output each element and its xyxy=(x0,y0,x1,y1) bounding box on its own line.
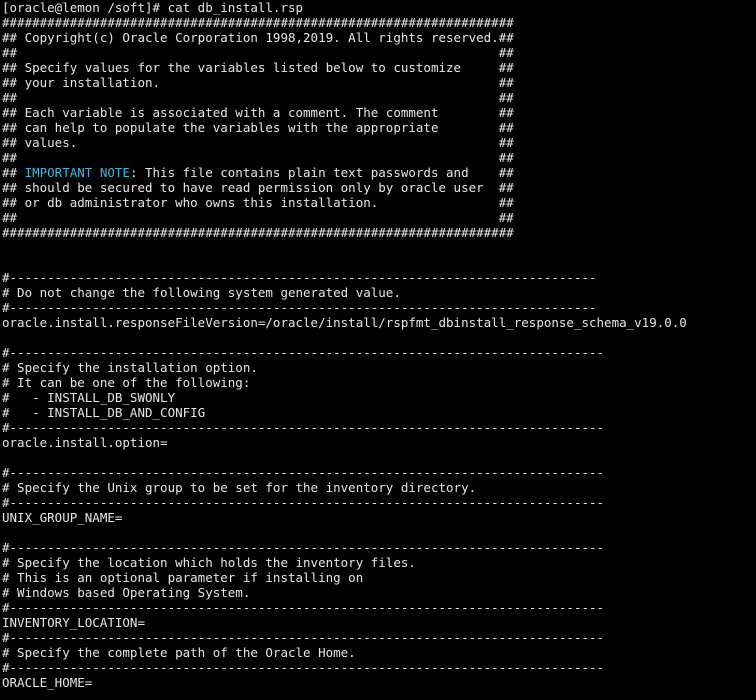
terminal-line: ## ## xyxy=(2,90,514,105)
terminal-line: ########################################… xyxy=(2,15,514,30)
terminal-line: ########################################… xyxy=(2,225,514,240)
terminal-line: ## values. ## xyxy=(2,135,514,150)
terminal-line: # - INSTALL_DB_SWONLY xyxy=(2,390,176,405)
terminal-line: #---------------------------------------… xyxy=(2,420,605,435)
terminal-line: # Specify the location which holds the i… xyxy=(2,555,416,570)
terminal-output: [oracle@lemon /soft]# cat db_install.rsp… xyxy=(2,0,756,690)
terminal-line: #---------------------------------------… xyxy=(2,495,605,510)
terminal-line: #---------------------------------------… xyxy=(2,300,597,315)
terminal-line: #---------------------------------------… xyxy=(2,630,605,645)
terminal-line: ## Copyright(c) Oracle Corporation 1998,… xyxy=(2,30,514,45)
terminal-line: ## should be secured to have read permis… xyxy=(2,180,514,195)
command-prompt-line: [oracle@lemon /soft]# cat db_install.rsp xyxy=(2,0,304,15)
terminal-line: UNIX_GROUP_NAME= xyxy=(2,510,123,525)
terminal-line: ## ## xyxy=(2,45,514,60)
terminal-line: #---------------------------------------… xyxy=(2,465,605,480)
terminal-line: # Windows based Operating System. xyxy=(2,585,251,600)
terminal-line: ## your installation. ## xyxy=(2,75,514,90)
terminal-line: # It can be one of the following: xyxy=(2,375,251,390)
line-text: : This file contains plain text password… xyxy=(129,165,514,180)
line-prefix: ## xyxy=(2,165,25,180)
terminal-line: #---------------------------------------… xyxy=(2,270,597,285)
terminal-line: ORACLE_HOME= xyxy=(2,675,93,690)
terminal-line: # This is an optional parameter if insta… xyxy=(2,570,364,585)
terminal-line: ## ## xyxy=(2,150,514,165)
terminal-line: # Do not change the following system gen… xyxy=(2,285,401,300)
terminal-line: ## Specify values for the variables list… xyxy=(2,60,514,75)
terminal-line: ## or db administrator who owns this ins… xyxy=(2,195,514,210)
terminal-line: ## Each variable is associated with a co… xyxy=(2,105,514,120)
terminal-line: #---------------------------------------… xyxy=(2,345,605,360)
terminal-line: # Specify the complete path of the Oracl… xyxy=(2,645,356,660)
terminal-window[interactable]: [oracle@lemon /soft]# cat db_install.rsp… xyxy=(0,0,756,700)
terminal-line: #---------------------------------------… xyxy=(2,660,605,675)
important-note-keyword: IMPORTANT NOTE xyxy=(24,165,130,180)
terminal-line: ## IMPORTANT NOTE: This file contains pl… xyxy=(2,165,756,180)
terminal-line: ## ## xyxy=(2,210,514,225)
terminal-line: oracle.install.responseFileVersion=/orac… xyxy=(2,315,687,330)
terminal-line: ## can help to populate the variables wi… xyxy=(2,120,514,135)
terminal-line: oracle.install.option= xyxy=(2,435,168,450)
terminal-line: #---------------------------------------… xyxy=(2,540,605,555)
terminal-line: # Specify the Unix group to be set for t… xyxy=(2,480,477,495)
terminal-line: # Specify the installation option. xyxy=(2,360,258,375)
terminal-line: # - INSTALL_DB_AND_CONFIG xyxy=(2,405,206,420)
terminal-line: INVENTORY_LOCATION= xyxy=(2,615,145,630)
terminal-line: #---------------------------------------… xyxy=(2,600,605,615)
